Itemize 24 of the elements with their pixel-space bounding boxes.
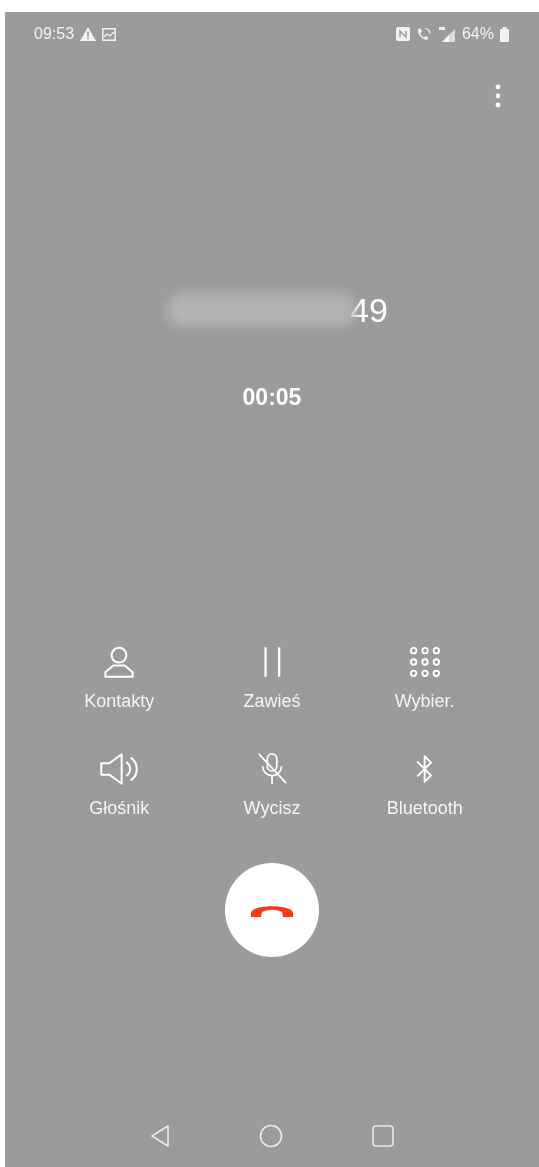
dialpad-icon[interactable] <box>407 645 442 679</box>
action-label[interactable]: Wybier. <box>394 691 455 712</box>
action-label[interactable]: Bluetooth <box>386 798 463 819</box>
action-label[interactable]: Głośnik <box>89 798 150 819</box>
home-icon[interactable] <box>259 1124 283 1148</box>
person-icon[interactable] <box>102 645 137 679</box>
warning-icon <box>80 27 97 41</box>
signal-icon <box>437 26 456 42</box>
action-label[interactable]: Wycisz <box>243 798 301 819</box>
status-time: 09:53 <box>34 25 75 43</box>
nfc-icon <box>395 27 410 41</box>
battery-icon <box>500 26 509 42</box>
action-label[interactable]: Zawieś <box>243 691 301 712</box>
recents-icon[interactable] <box>371 1124 395 1148</box>
more-menu-icon[interactable] <box>495 84 501 108</box>
image-icon <box>102 27 117 41</box>
muted-microphone-icon[interactable] <box>255 752 289 786</box>
phone-call-icon <box>415 26 432 42</box>
battery-percent: 64% <box>461 25 494 43</box>
call-timer: 00:05 <box>241 384 303 411</box>
speaker-icon[interactable] <box>98 752 140 786</box>
phone-number: 49 <box>350 290 388 330</box>
back-icon[interactable] <box>149 1124 171 1148</box>
action-label[interactable]: Kontakty <box>84 691 155 712</box>
